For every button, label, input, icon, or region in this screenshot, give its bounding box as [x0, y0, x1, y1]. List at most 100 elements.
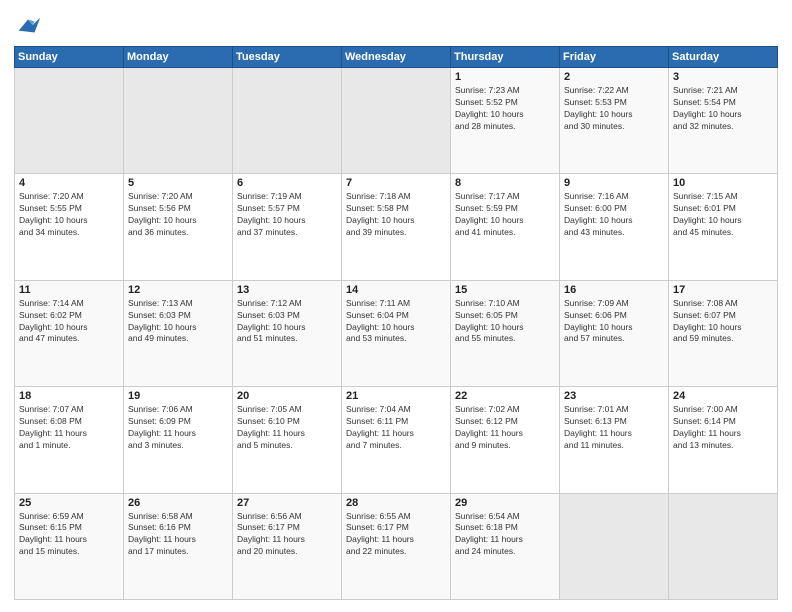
day-number: 16 [564, 284, 664, 296]
day-info: Sunrise: 7:20 AMSunset: 5:56 PMDaylight:… [128, 191, 228, 239]
day-info: Sunrise: 6:56 AMSunset: 6:17 PMDaylight:… [237, 511, 337, 559]
calendar-day: 15 Sunrise: 7:10 AMSunset: 6:05 PMDayligh… [451, 280, 560, 386]
calendar-day: 29Sunrise: 6:54 AMSunset: 6:18 PMDayligh… [451, 493, 560, 599]
day-number: 7 [346, 177, 446, 189]
day-number: 11 [19, 284, 119, 296]
day-info: Sunrise: 7:11 AMSunset: 6:04 PMDaylight:… [346, 298, 446, 346]
calendar-day: 19Sunrise: 7:06 AMSunset: 6:09 PMDayligh… [124, 387, 233, 493]
calendar-week-5: 25Sunrise: 6:59 AMSunset: 6:15 PMDayligh… [15, 493, 778, 599]
day-info: Sunrise: 7:10 AMSunset: 6:05 PMDaylight:… [455, 298, 555, 346]
calendar-day: 9 Sunrise: 7:16 AMSunset: 6:00 PMDaylight… [560, 174, 669, 280]
calendar-day: 18Sunrise: 7:07 AMSunset: 6:08 PMDayligh… [15, 387, 124, 493]
calendar-day: 28 Sunrise: 6:55 AMSunset: 6:17 PMDayligh… [342, 493, 451, 599]
logo [14, 12, 46, 40]
calendar-day: 10 Sunrise: 7:15 AMSunset: 6:01 PMDayligh… [669, 174, 778, 280]
calendar-week-4: 18Sunrise: 7:07 AMSunset: 6:08 PMDayligh… [15, 387, 778, 493]
calendar-day: 23 Sunrise: 7:01 AMSunset: 6:13 PMDayligh… [560, 387, 669, 493]
day-number: 10 [673, 177, 773, 189]
day-info: Sunrise: 7:16 AMSunset: 6:00 PMDaylight:… [564, 191, 664, 239]
day-number: 4 [19, 177, 119, 189]
calendar-day: 8Sunrise: 7:17 AMSunset: 5:59 PMDaylight… [451, 174, 560, 280]
day-number: 20 [237, 390, 337, 402]
day-number: 2 [564, 71, 664, 83]
calendar-day: 6 Sunrise: 7:19 AMSunset: 5:57 PMDaylight… [233, 174, 342, 280]
calendar-day [124, 68, 233, 174]
calendar-day: 17Sunrise: 7:08 AMSunset: 6:07 PMDayligh… [669, 280, 778, 386]
day-number: 1 [455, 71, 555, 83]
day-info: Sunrise: 7:21 AMSunset: 5:54 PMDaylight:… [673, 85, 773, 133]
day-info: Sunrise: 6:58 AMSunset: 6:16 PMDaylight:… [128, 511, 228, 559]
calendar-header-saturday: Saturday [669, 47, 778, 68]
calendar-header-sunday: Sunday [15, 47, 124, 68]
day-info: Sunrise: 7:15 AMSunset: 6:01 PMDaylight:… [673, 191, 773, 239]
day-number: 18 [19, 390, 119, 402]
day-number: 17 [673, 284, 773, 296]
day-number: 22 [455, 390, 555, 402]
calendar-day: 11 Sunrise: 7:14 AMSunset: 6:02 PMDayligh… [15, 280, 124, 386]
day-number: 23 [564, 390, 664, 402]
calendar-week-2: 4 Sunrise: 7:20 AMSunset: 5:55 PMDaylight… [15, 174, 778, 280]
calendar-day: 3 Sunrise: 7:21 AMSunset: 5:54 PMDaylight… [669, 68, 778, 174]
calendar-day: 2 Sunrise: 7:22 AMSunset: 5:53 PMDaylight… [560, 68, 669, 174]
day-number: 21 [346, 390, 446, 402]
calendar-page: SundayMondayTuesdayWednesdayThursdayFrid… [0, 0, 792, 612]
day-info: Sunrise: 7:00 AMSunset: 6:14 PMDaylight:… [673, 404, 773, 452]
day-info: Sunrise: 7:01 AMSunset: 6:13 PMDaylight:… [564, 404, 664, 452]
calendar-header-thursday: Thursday [451, 47, 560, 68]
day-info: Sunrise: 7:14 AMSunset: 6:02 PMDaylight:… [19, 298, 119, 346]
calendar-day: 24 Sunrise: 7:00 AMSunset: 6:14 PMDayligh… [669, 387, 778, 493]
day-info: Sunrise: 7:04 AMSunset: 6:11 PMDaylight:… [346, 404, 446, 452]
calendar-day [233, 68, 342, 174]
calendar-header-wednesday: Wednesday [342, 47, 451, 68]
calendar-day [15, 68, 124, 174]
day-info: Sunrise: 7:13 AMSunset: 6:03 PMDaylight:… [128, 298, 228, 346]
day-number: 13 [237, 284, 337, 296]
day-number: 19 [128, 390, 228, 402]
calendar-day: 26 Sunrise: 6:58 AMSunset: 6:16 PMDayligh… [124, 493, 233, 599]
calendar-week-3: 11 Sunrise: 7:14 AMSunset: 6:02 PMDayligh… [15, 280, 778, 386]
day-info: Sunrise: 7:12 AMSunset: 6:03 PMDaylight:… [237, 298, 337, 346]
day-number: 6 [237, 177, 337, 189]
day-number: 8 [455, 177, 555, 189]
calendar-header-tuesday: Tuesday [233, 47, 342, 68]
day-info: Sunrise: 7:05 AMSunset: 6:10 PMDaylight:… [237, 404, 337, 452]
header [14, 12, 778, 40]
calendar-day: 4 Sunrise: 7:20 AMSunset: 5:55 PMDaylight… [15, 174, 124, 280]
day-number: 5 [128, 177, 228, 189]
calendar-day: 16Sunrise: 7:09 AMSunset: 6:06 PMDayligh… [560, 280, 669, 386]
calendar-day: 7Sunrise: 7:18 AMSunset: 5:58 PMDaylight… [342, 174, 451, 280]
calendar-day: 27 Sunrise: 6:56 AMSunset: 6:17 PMDayligh… [233, 493, 342, 599]
day-info: Sunrise: 7:20 AMSunset: 5:55 PMDaylight:… [19, 191, 119, 239]
calendar-day: 12 Sunrise: 7:13 AMSunset: 6:03 PMDayligh… [124, 280, 233, 386]
day-info: Sunrise: 7:19 AMSunset: 5:57 PMDaylight:… [237, 191, 337, 239]
calendar-day [560, 493, 669, 599]
calendar-day: 14 Sunrise: 7:11 AMSunset: 6:04 PMDayligh… [342, 280, 451, 386]
calendar-day: 21 Sunrise: 7:04 AMSunset: 6:11 PMDayligh… [342, 387, 451, 493]
day-number: 9 [564, 177, 664, 189]
calendar-day: 25Sunrise: 6:59 AMSunset: 6:15 PMDayligh… [15, 493, 124, 599]
day-info: Sunrise: 6:54 AMSunset: 6:18 PMDaylight:… [455, 511, 555, 559]
day-info: Sunrise: 7:22 AMSunset: 5:53 PMDaylight:… [564, 85, 664, 133]
day-number: 3 [673, 71, 773, 83]
calendar-header-monday: Monday [124, 47, 233, 68]
calendar-day: 1Sunrise: 7:23 AMSunset: 5:52 PMDaylight… [451, 68, 560, 174]
day-number: 28 [346, 497, 446, 509]
calendar-day: 13 Sunrise: 7:12 AMSunset: 6:03 PMDayligh… [233, 280, 342, 386]
day-number: 14 [346, 284, 446, 296]
day-number: 24 [673, 390, 773, 402]
day-info: Sunrise: 6:55 AMSunset: 6:17 PMDaylight:… [346, 511, 446, 559]
calendar-header-row: SundayMondayTuesdayWednesdayThursdayFrid… [15, 47, 778, 68]
day-info: Sunrise: 7:02 AMSunset: 6:12 PMDaylight:… [455, 404, 555, 452]
logo-icon [14, 12, 42, 40]
day-number: 12 [128, 284, 228, 296]
calendar-day [669, 493, 778, 599]
calendar-header-friday: Friday [560, 47, 669, 68]
calendar-day: 22 Sunrise: 7:02 AMSunset: 6:12 PMDayligh… [451, 387, 560, 493]
day-number: 25 [19, 497, 119, 509]
calendar-day [342, 68, 451, 174]
day-number: 26 [128, 497, 228, 509]
day-number: 15 [455, 284, 555, 296]
calendar-week-1: 1Sunrise: 7:23 AMSunset: 5:52 PMDaylight… [15, 68, 778, 174]
day-number: 27 [237, 497, 337, 509]
calendar-day: 5 Sunrise: 7:20 AMSunset: 5:56 PMDaylight… [124, 174, 233, 280]
